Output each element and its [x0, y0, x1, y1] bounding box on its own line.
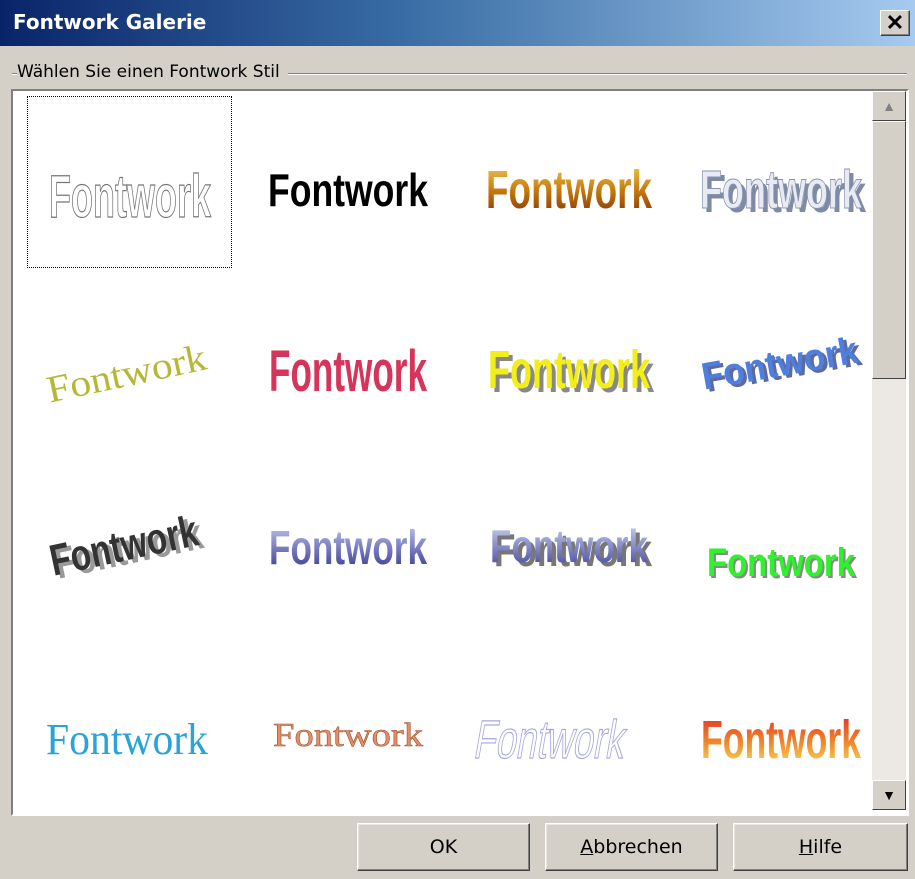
vertical-scrollbar[interactable]: ▲ ▼	[872, 91, 906, 810]
gallery-item-7[interactable]: Fontwork Fontwork	[469, 276, 674, 448]
svg-text:Fontwork: Fontwork	[269, 522, 427, 575]
fontwork-preview: Fontwork Fontwork	[698, 330, 865, 401]
gallery-item-13[interactable]: Fontwork	[27, 636, 232, 808]
svg-text:Fontwork: Fontwork	[46, 715, 208, 764]
gallery-item-2[interactable]: Fontwork	[248, 96, 453, 268]
gallery-item-15[interactable]: Fontwork	[469, 636, 674, 808]
gallery-item-12[interactable]: Fontwork Fontwork	[681, 456, 886, 628]
svg-text:Fontwork: Fontwork	[488, 340, 651, 400]
help-button-label: ilfe	[813, 836, 843, 858]
svg-text:Fontwork: Fontwork	[269, 339, 427, 404]
gallery-item-11[interactable]: Fontwork Fontwork	[469, 456, 674, 628]
gallery-item-5[interactable]: Fontwork	[27, 276, 232, 448]
fontwork-preview: Fontwork	[268, 164, 428, 216]
close-icon: ✕	[885, 10, 905, 35]
fontwork-preview: Fontwork Fontwork	[45, 506, 207, 588]
fontwork-preview: Fontwork	[46, 715, 208, 764]
gallery-item-1[interactable]: Fontwork	[27, 96, 232, 268]
gallery-item-16[interactable]: Fontwork	[681, 636, 886, 808]
gallery-item-14[interactable]: Fontwork	[248, 636, 453, 808]
gallery-item-9[interactable]: Fontwork Fontwork	[27, 456, 232, 628]
arrow-up-icon: ▲	[882, 98, 896, 114]
cancel-mnemonic: A	[580, 836, 594, 858]
fontwork-preview: Fontwork	[701, 710, 862, 770]
window-title: Fontwork Galerie	[13, 10, 207, 34]
title-bar[interactable]: Fontwork Galerie ✕	[0, 0, 915, 46]
svg-text:Fontwork: Fontwork	[268, 164, 428, 216]
fontwork-preview: Fontwork	[486, 160, 653, 220]
gallery-item-10[interactable]: Fontwork	[248, 456, 453, 628]
svg-text:Fontwork: Fontwork	[707, 541, 856, 585]
gallery-item-3[interactable]: Fontwork	[469, 96, 674, 268]
fontwork-preview: Fontwork Fontwork	[488, 340, 655, 404]
svg-text:Fontwork: Fontwork	[700, 160, 863, 220]
close-button[interactable]: ✕	[880, 10, 910, 36]
fontwork-preview: Fontwork	[48, 162, 212, 230]
fontwork-preview: Fontwork	[273, 717, 424, 755]
group-label: Wählen Sie einen Fontwork Stil	[17, 62, 288, 82]
fontwork-preview: Fontwork Fontwork	[707, 541, 858, 587]
scroll-down-button[interactable]: ▼	[872, 780, 906, 810]
fontwork-preview: Fontwork Fontwork	[490, 520, 652, 576]
fontwork-preview: Fontwork	[269, 522, 427, 575]
fontwork-preview: Fontwork Fontwork	[700, 160, 867, 225]
fontwork-preview: Fontwork	[470, 709, 632, 771]
cancel-button-label: bbrechen	[593, 836, 683, 858]
svg-text:Fontwork: Fontwork	[273, 717, 423, 754]
help-button[interactable]: Hilfe	[733, 823, 908, 871]
fontwork-gallery[interactable]: Fontwork Fontwork Fontwork Fontwork Font…	[11, 89, 909, 816]
cancel-button[interactable]: Abbrechen	[545, 823, 718, 871]
help-mnemonic: H	[798, 836, 814, 858]
fontwork-preview: Fontwork	[269, 339, 427, 404]
scroll-thumb[interactable]	[872, 121, 906, 379]
svg-text:Fontwork: Fontwork	[701, 710, 862, 770]
svg-text:Fontwork: Fontwork	[486, 160, 653, 220]
gallery-item-8[interactable]: Fontwork Fontwork	[681, 276, 886, 448]
svg-text:Fontwork: Fontwork	[470, 709, 631, 770]
svg-text:Fontwork: Fontwork	[490, 520, 648, 572]
svg-text:Fontwork: Fontwork	[43, 337, 210, 412]
ok-button[interactable]: OK	[357, 823, 530, 871]
scroll-up-button[interactable]: ▲	[872, 91, 906, 121]
svg-text:Fontwork: Fontwork	[49, 163, 211, 230]
fontwork-preview: Fontwork	[43, 337, 210, 412]
arrow-down-icon: ▼	[882, 787, 896, 803]
gallery-item-6[interactable]: Fontwork	[248, 276, 453, 448]
gallery-item-4[interactable]: Fontwork Fontwork	[681, 96, 886, 268]
ok-button-label: OK	[429, 836, 458, 858]
